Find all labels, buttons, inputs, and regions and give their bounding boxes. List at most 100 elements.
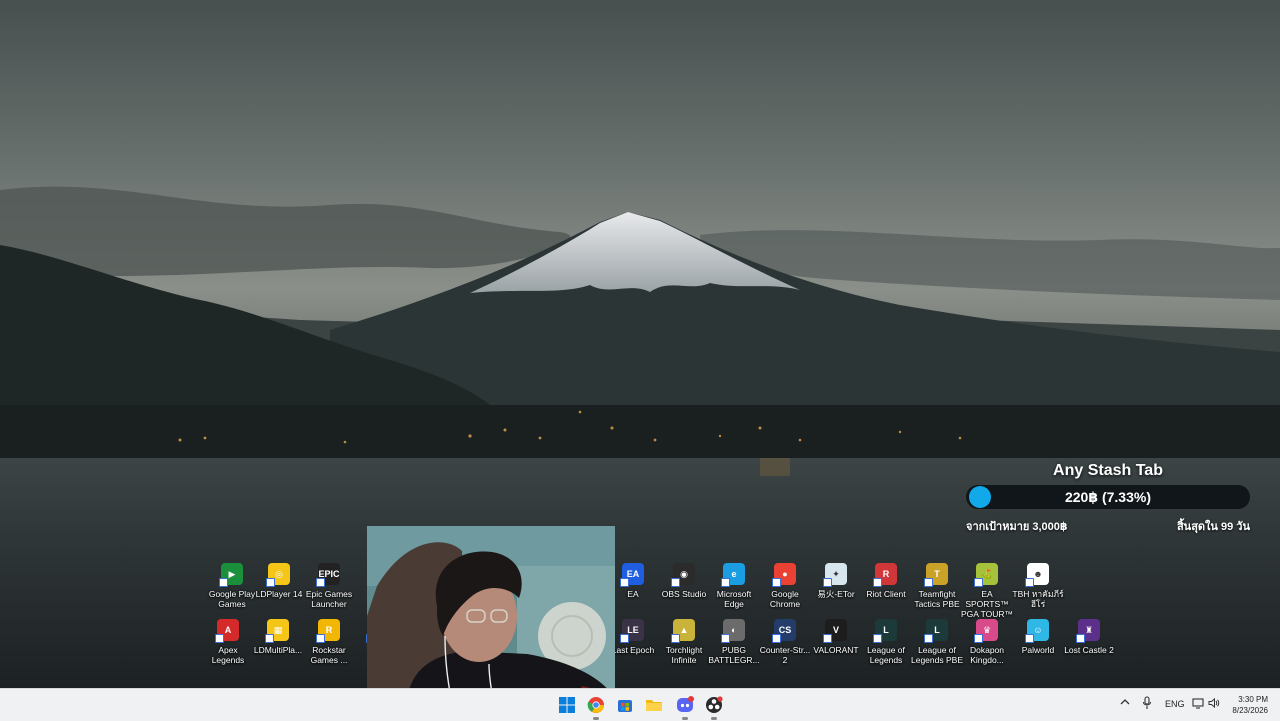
network-tray[interactable]	[1192, 697, 1204, 711]
desktop-shortcut[interactable]: V VALORANT	[809, 619, 863, 655]
language-indicator[interactable]: ENG	[1165, 699, 1185, 709]
desktop-shortcut-label: Lost Castle 2	[1064, 645, 1114, 655]
volume-tray[interactable]	[1208, 697, 1220, 711]
desktop-shortcut[interactable]: ♛ Dokapon Kingdo...	[960, 619, 1014, 665]
palworld-icon: ☺	[1025, 619, 1049, 643]
torchlight-icon: ▲	[671, 619, 695, 643]
desktop-shortcut-label: League of Legends PBE	[911, 645, 963, 665]
desktop-shortcut-label: TBH หาคัมภีร์ ฮีโร่	[1012, 589, 1064, 609]
network-icon	[1192, 698, 1204, 709]
desktop-shortcut[interactable]: e Microsoft Edge	[707, 563, 761, 609]
ea-icon: EA	[620, 563, 644, 587]
valorant-icon: V	[823, 619, 847, 643]
desktop-shortcut[interactable]: ☺ Palworld	[1011, 619, 1065, 655]
chrome-icon: ●	[772, 563, 796, 587]
pga-tour-icon: ⛳	[974, 563, 998, 587]
obs-icon: ◉	[671, 563, 695, 587]
desktop-shortcut-label: LDMultiPla...	[253, 645, 303, 655]
taskbar-file-explorer[interactable]	[642, 693, 666, 717]
clock-time: 3:30 PM	[1238, 695, 1268, 704]
lost-castle-icon: ♜	[1076, 619, 1100, 643]
show-hidden-icons-chevron[interactable]	[1120, 697, 1130, 709]
start-button[interactable]	[555, 693, 579, 717]
desktop-shortcut[interactable]: EPIC Epic Games Launcher	[302, 563, 356, 609]
desktop-shortcut[interactable]: ◐ PUBG BATTLEGR...	[707, 619, 761, 665]
desktop-shortcut-label: Dokapon Kingdo...	[969, 645, 1005, 665]
taskbar-obs[interactable]	[702, 693, 726, 720]
epic-games-icon: EPIC	[316, 563, 340, 587]
desktop-shortcut-label: Riot Client	[866, 589, 906, 599]
etor-icon: ✦	[823, 563, 847, 587]
last-epoch-icon: LE	[620, 619, 644, 643]
speaker-icon	[1208, 697, 1220, 709]
donation-goal-text: จากเป้าหมาย 3,000฿	[966, 521, 1068, 533]
taskbar-discord[interactable]	[673, 693, 697, 720]
desktop-shortcut-label: PUBG BATTLEGR...	[708, 645, 760, 665]
donation-progress-bar: 220฿ (7.33%)	[966, 485, 1250, 509]
desktop-shortcut[interactable]: ◎ LDPlayer 14	[252, 563, 306, 599]
desktop-shortcut-label: EA SPORTS™ PGA TOUR™	[960, 589, 1014, 619]
tbh-icon: ☻	[1025, 563, 1049, 587]
clock-date: 8/23/2026	[1232, 706, 1268, 715]
taskbar: ENG 3:30 PM 8/23/2026	[0, 688, 1280, 721]
donation-deadline-text: สิ้นสุดใน 99 วัน	[1176, 521, 1250, 533]
desktop-shortcut-label: Google Chrome	[769, 589, 801, 609]
desktop-shortcut-label: 易火-ETor	[817, 589, 855, 599]
desktop-shortcut-label: Counter-Str... 2	[759, 645, 811, 665]
desktop-shortcut[interactable]: ● Google Chrome	[758, 563, 812, 609]
desktop-shortcut-label: Epic Games Launcher	[305, 589, 353, 609]
ldmultiplayer-icon: ▦	[265, 619, 289, 643]
dokapon-icon: ♛	[974, 619, 998, 643]
desktop-shortcut-label: League of Legends	[867, 645, 905, 665]
google-play-games-icon: ▶	[219, 563, 243, 587]
desktop-shortcut-label: Teamfight Tactics PBE	[914, 589, 960, 609]
taskbar-chrome[interactable]	[584, 693, 608, 720]
tft-pbe-icon: T	[924, 563, 948, 587]
donation-title: Any Stash Tab	[1053, 462, 1163, 479]
ldplayer-icon: ◎	[266, 563, 290, 587]
desktop-shortcut-label: VALORANT	[813, 645, 859, 655]
folder-icon	[646, 700, 662, 711]
chevron-up-icon	[1120, 699, 1130, 705]
desktop-shortcut-label: Microsoft Edge	[716, 589, 752, 609]
donation-goal-widget: Any Stash Tab 220฿ (7.33%) จากเป้าหมาย 3…	[962, 458, 1254, 538]
taskbar-store[interactable]	[613, 693, 637, 717]
lol-icon: L	[873, 619, 897, 643]
desktop-shortcut-label: Google Play Games	[208, 589, 256, 609]
desktop-shortcut[interactable]: R Rockstar Games ...	[302, 619, 356, 665]
desktop-shortcut[interactable]: ▶ Google Play Games	[205, 563, 259, 609]
cs2-icon: CS	[772, 619, 796, 643]
desktop-shortcut-label: OBS Studio	[661, 589, 707, 599]
desktop-shortcut[interactable]: T Teamfight Tactics PBE	[910, 563, 964, 609]
desktop-shortcut-label: Torchlight Infinite	[665, 645, 703, 665]
taskbar-clock[interactable]: 3:30 PM 8/23/2026	[1232, 694, 1268, 716]
desktop-shortcut[interactable]: ▲ Torchlight Infinite	[657, 619, 711, 665]
webcam-overlay	[367, 526, 615, 699]
apex-icon: A	[215, 619, 239, 643]
pubg-icon: ◐	[721, 619, 745, 643]
microphone-tray[interactable]	[1142, 696, 1152, 712]
rockstar-icon: R	[316, 619, 340, 643]
donation-progress-text: 220฿ (7.33%)	[1064, 489, 1151, 505]
desktop-shortcut[interactable]: ⛳ EA SPORTS™ PGA TOUR™	[960, 563, 1014, 619]
riot-client-icon: R	[873, 563, 897, 587]
desktop-shortcut-label: Palworld	[1021, 645, 1055, 655]
desktop-shortcut[interactable]: ◉ OBS Studio	[657, 563, 711, 599]
desktop-shortcut[interactable]: L League of Legends	[859, 619, 913, 665]
desktop-shortcut[interactable]: L League of Legends PBE	[910, 619, 964, 665]
desktop-shortcut[interactable]: ♜ Lost Castle 2	[1062, 619, 1116, 655]
obs-icon	[706, 696, 723, 713]
microphone-icon	[1142, 696, 1152, 709]
windows-icon	[559, 697, 575, 713]
desktop-shortcut-label: Apex Legends	[211, 645, 245, 665]
store-icon	[618, 700, 632, 712]
desktop-shortcut[interactable]: ▦ LDMultiPla...	[251, 619, 305, 655]
desktop-shortcut[interactable]: ✦ 易火-ETor	[809, 563, 863, 599]
lol-pbe-icon: L	[924, 619, 948, 643]
desktop-shortcut[interactable]: ☻ TBH หาคัมภีร์ ฮีโร่	[1011, 563, 1065, 609]
edge-icon: e	[721, 563, 745, 587]
desktop-shortcut[interactable]: A Apex Legends	[201, 619, 255, 665]
desktop-shortcut[interactable]: CS Counter-Str... 2	[758, 619, 812, 665]
discord-icon	[677, 696, 694, 712]
desktop-shortcut[interactable]: R Riot Client	[859, 563, 913, 599]
